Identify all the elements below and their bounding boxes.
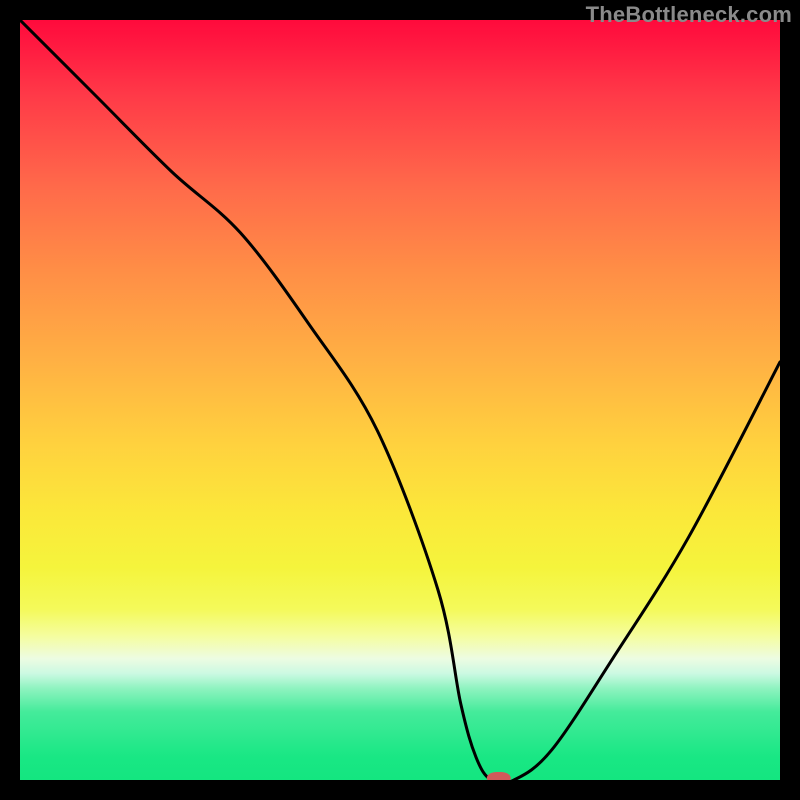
optimal-marker: [487, 772, 511, 780]
bottleneck-curve-path: [20, 20, 780, 780]
watermark-text: TheBottleneck.com: [586, 2, 792, 28]
bottleneck-chart: TheBottleneck.com: [0, 0, 800, 800]
plot-area: [20, 20, 780, 780]
curve-svg: [20, 20, 780, 780]
